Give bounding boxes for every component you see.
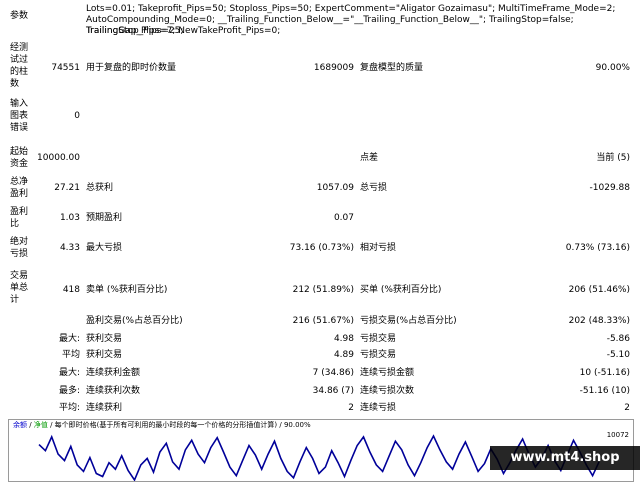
- average-prefix: 平均: [61, 350, 80, 360]
- total-trades-row: 交易 单总 计 418 卖单 (%获利百分比) 212 (51.89%) 买单 …: [0, 270, 640, 308]
- relative-dd-label: 相对亏损: [360, 243, 397, 253]
- params-row: 参数 Lots=0.01; Takeprofit_Pips=50; Stoplo…: [0, 4, 640, 36]
- errors-label-2: 图表: [10, 111, 29, 121]
- backtest-report: 参数 Lots=0.01; Takeprofit_Pips=50; Stoplo…: [0, 0, 640, 416]
- trades-label-3: 计: [10, 295, 20, 305]
- bars-row: 经测 试过 的柱 数 74551 用于复盘的即时价数量 1689009 复盘模型…: [0, 42, 640, 92]
- errors-value: 0: [74, 111, 80, 121]
- avgcons-wins-value: 2: [348, 403, 354, 413]
- max-consecutive-count-row: 最多: 连续获利次数 34.86 (7) 连续亏损次数 -51.16 (10): [0, 384, 640, 398]
- profit-factor-value: 1.03: [59, 213, 80, 223]
- max-dd-value: 73.16 (0.73%): [289, 243, 354, 253]
- deposit-label-2: 资金: [10, 159, 29, 169]
- ticks-label: 用于复盘的即时价数量: [86, 63, 177, 73]
- expected-payoff-label: 预期盈利: [86, 213, 123, 223]
- bars-label-4: 数: [10, 79, 20, 89]
- long-positions-value: 206 (51.46%): [568, 285, 630, 295]
- maxcons-losses-label: 连续亏损金额: [360, 368, 415, 378]
- net-label-1: 总净: [10, 177, 29, 187]
- errors-row: 输入 图表 错误 0: [0, 98, 640, 136]
- dd-label-2: 亏损: [10, 249, 29, 259]
- errors-label-1: 输入: [10, 99, 29, 109]
- watermark-badge: www.mt4.shop: [490, 446, 640, 470]
- deposit-label-1: 起始: [10, 147, 29, 157]
- max-dd-label: 最大亏损: [86, 243, 123, 253]
- avgcons-prefix: 平均:: [58, 403, 80, 413]
- bars-label-3: 的柱: [10, 67, 29, 77]
- short-positions-label: 卖单 (%获利百分比): [86, 285, 168, 295]
- deposit-row: 起始 资金 10000.00 点差 当前 (5): [0, 146, 640, 172]
- profit-trades-value: 216 (51.67%): [292, 316, 354, 326]
- net-profit-row: 总净 盈利 27.21 总获利 1057.09 总亏损 -1029.88: [0, 176, 640, 202]
- short-positions-value: 212 (51.89%): [292, 285, 354, 295]
- loss-trades-label: 亏损交易(%占总百分比): [360, 316, 457, 326]
- trades-label-1: 交易: [10, 271, 29, 281]
- net-profit-value: 27.21: [54, 183, 80, 193]
- average-loss-value: -5.10: [606, 350, 630, 360]
- dd-label-1: 绝对: [10, 237, 29, 247]
- long-positions-label: 买单 (%获利百分比): [360, 285, 442, 295]
- largest-profit-value: 4.98: [333, 334, 354, 344]
- gross-profit-label: 总获利: [86, 183, 114, 193]
- average-consecutive-row: 平均: 连续获利 2 连续亏损 2: [0, 401, 640, 415]
- largest-loss-label: 亏损交易: [360, 334, 397, 344]
- maxcons-wins-label: 连续获利金额: [86, 368, 141, 378]
- params-label: 参数: [10, 11, 29, 21]
- maxconsnum-prefix: 最多:: [58, 386, 80, 396]
- profit-trades-label: 盈利交易(%占总百分比): [86, 316, 183, 326]
- average-row: 平均 获利交易 4.89 亏损交易 -5.10: [0, 348, 640, 362]
- win-loss-row: 盈利交易(%占总百分比) 216 (51.67%) 亏损交易(%占总百分比) 2…: [0, 314, 640, 328]
- maxconsnum-losses-value: -51.16 (10): [579, 386, 630, 396]
- net-label-2: 盈利: [10, 189, 29, 199]
- gross-profit-value: 1057.09: [316, 183, 354, 193]
- expected-payoff-value: 0.07: [333, 213, 354, 223]
- maxconsnum-losses-label: 连续亏损次数: [360, 386, 415, 396]
- largest-loss-value: -5.86: [606, 334, 630, 344]
- bars-label-2: 试过: [10, 55, 29, 65]
- deposit-value: 10000.00: [37, 153, 80, 163]
- pf-label-2: 比: [10, 219, 20, 229]
- loss-trades-value: 202 (48.33%): [568, 316, 630, 326]
- drawdown-row: 绝对 亏损 4.33 最大亏损 73.16 (0.73%) 相对亏损 0.73%…: [0, 236, 640, 262]
- avgcons-wins-label: 连续获利: [86, 403, 123, 413]
- avgcons-losses-label: 连续亏损: [360, 403, 397, 413]
- average-loss-label: 亏损交易: [360, 350, 397, 360]
- maxcons-losses-value: 10 (-51.16): [579, 368, 630, 378]
- largest-row: 最大: 获利交易 4.98 亏损交易 -5.86: [0, 332, 640, 346]
- trades-label-2: 单总: [10, 283, 29, 293]
- model-quality-value: 90.00%: [595, 63, 630, 73]
- maxconsnum-wins-value: 34.86 (7): [312, 386, 354, 396]
- average-profit-label: 获利交易: [86, 350, 123, 360]
- maxcons-prefix: 最大:: [58, 368, 80, 378]
- spread-label: 点差: [360, 153, 379, 163]
- ticks-value: 1689009: [313, 63, 354, 73]
- model-quality-label: 复盘模型的质量: [360, 63, 424, 73]
- profit-factor-row: 盈利 比 1.03 预期盈利 0.07: [0, 206, 640, 232]
- largest-profit-label: 获利交易: [86, 334, 123, 344]
- largest-prefix: 最大:: [58, 334, 80, 344]
- absolute-dd-value: 4.33: [59, 243, 80, 253]
- spread-value: 当前 (5): [596, 153, 630, 163]
- gross-loss-value: -1029.88: [589, 183, 630, 193]
- max-consecutive-row: 最大: 连续获利金额 7 (34.86) 连续亏损金额 10 (-51.16): [0, 366, 640, 380]
- average-profit-value: 4.89: [333, 350, 354, 360]
- pf-label-1: 盈利: [10, 207, 29, 217]
- maxconsnum-wins-label: 连续获利次数: [86, 386, 141, 396]
- avgcons-losses-value: 2: [624, 403, 630, 413]
- gross-loss-label: 总亏损: [360, 183, 388, 193]
- params-line-1: Lots=0.01; Takeprofit_Pips=50; Stoploss_…: [86, 4, 616, 14]
- bars-label-1: 经测: [10, 43, 29, 53]
- relative-dd-value: 0.73% (73.16): [565, 243, 630, 253]
- params-line-3: TrailingGap_Pips=7; NewTakeProfit_Pips=0…: [86, 26, 281, 36]
- total-trades-value: 418: [62, 285, 80, 295]
- errors-label-3: 错误: [10, 123, 29, 133]
- bars-value: 74551: [51, 63, 80, 73]
- maxcons-wins-value: 7 (34.86): [312, 368, 354, 378]
